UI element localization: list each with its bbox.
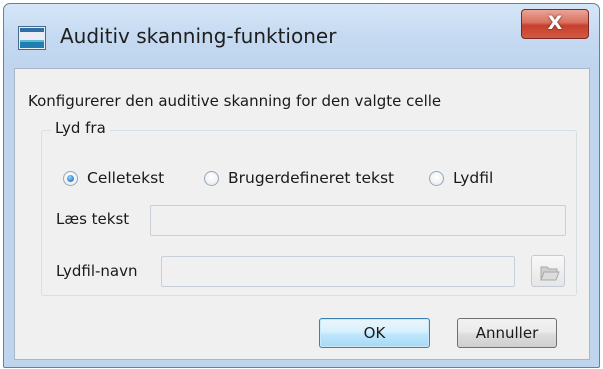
window-title: Auditiv skanning-funktioner: [60, 24, 337, 48]
sound-file-field[interactable]: [161, 256, 515, 287]
browse-button[interactable]: [531, 255, 565, 287]
sound-file-label: Lydfil-navn: [56, 262, 138, 280]
radio-selected-icon: [63, 171, 78, 186]
dialog-window: Auditiv skanning-funktioner X Konfigurer…: [3, 3, 600, 368]
title-bar[interactable]: Auditiv skanning-funktioner X: [4, 4, 599, 66]
radio-label: Brugerdefineret tekst: [228, 169, 395, 187]
radio-label: Lydfil: [453, 169, 494, 187]
radio-unselected-icon: [429, 171, 444, 186]
window-app-icon: [18, 26, 46, 50]
folder-open-icon: [540, 266, 560, 281]
close-button[interactable]: X: [521, 9, 589, 39]
radio-label: Celletekst: [87, 169, 165, 187]
close-icon: X: [547, 12, 563, 34]
read-text-field[interactable]: [150, 205, 566, 236]
read-text-label: Læs tekst: [56, 210, 130, 228]
ok-button[interactable]: OK: [319, 318, 430, 348]
dialog-body: Konfigurerer den auditive skanning for d…: [14, 68, 590, 360]
sound-source-legend: Lyd fra: [51, 119, 110, 137]
cancel-button[interactable]: Annuller: [457, 318, 557, 348]
radio-unselected-icon: [204, 171, 219, 186]
description-text: Konfigurerer den auditive skanning for d…: [28, 92, 442, 110]
